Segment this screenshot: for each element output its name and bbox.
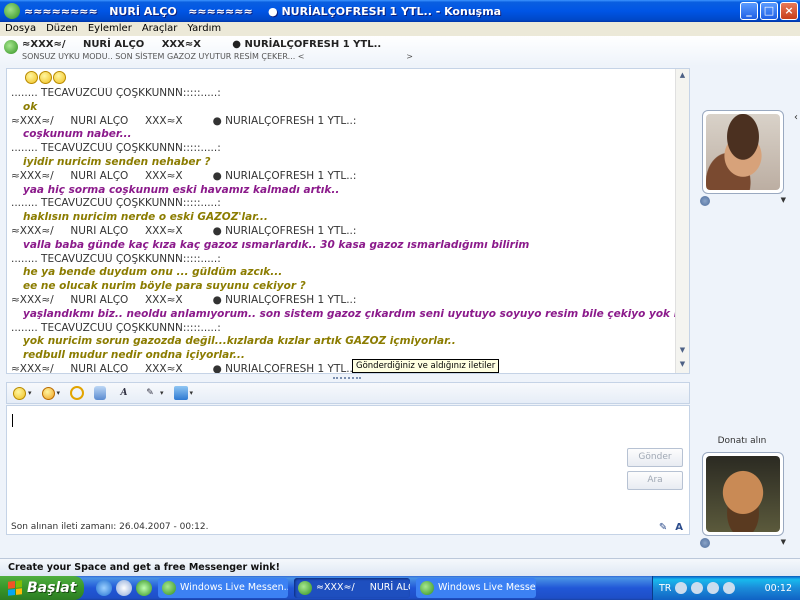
clock: 00:12 [764,582,792,594]
conversation-scrollbar[interactable]: ▲ ▼ ▼ [675,69,689,373]
sender-line: ........ TECAVÜZCÜÜ ÇOŞKKUNNN:::::.....: [11,197,221,210]
handwriting-icon[interactable]: ✎ [142,386,158,400]
system-tray: TR 00:12 [652,576,800,600]
collapse-panel-icon[interactable]: ‹ [794,112,798,123]
taskbar-item-messenger-1[interactable]: Windows Live Messen... [158,578,288,598]
windows-logo-icon [8,580,22,596]
display-picture-label[interactable]: Donatı alın [696,436,788,446]
contact-status-icon [4,40,18,54]
contact-name[interactable]: ≈XXX≈/ NURİ ALÇO XXX≈X ● NURİALÇOFRESH 1… [22,39,381,50]
sender-line: ≈XXX≈/ NURİ ALÇO XXX≈X ● NURİALÇOFRESH 1… [11,224,357,237]
contact-avatar[interactable] [702,110,784,194]
volume-icon[interactable] [707,582,720,594]
quick-launch [96,580,152,596]
chevron-down-icon[interactable]: ▾ [57,389,61,397]
smiley-icon [39,71,52,84]
promo-banner[interactable]: Create your Space and get a free Messeng… [0,558,800,576]
menu-bar: Dosya Düzen Eylemler Araçlar Yardım [0,22,800,36]
emoticon-icon[interactable] [13,386,26,400]
sender-line: ≈XXX≈/ NURİ ALÇO XXX≈X ● NURİALÇOFRESH 1… [11,114,357,127]
my-picture [706,456,780,532]
last-message-time: Son alınan ileti zamanı: 26.04.2007 - 00… [11,522,209,532]
message-line: ok [23,100,38,113]
sender-line: ........ TECAVÜZCÜÜ ÇOŞKKUNNN:::::.....: [11,142,221,155]
chevron-down-icon[interactable]: ▾ [28,389,32,397]
contact-personal-message: SONSUZ UYKU MODU.. SON SİSTEM GAZOZ UYUT… [22,52,413,61]
scroll-end-icon[interactable]: ▼ [678,360,687,369]
message-line: coşkunum naber... [23,128,132,141]
start-label: Başlat [27,580,77,596]
language-indicator[interactable]: TR [659,583,671,594]
taskbar-item-conversation[interactable]: ≈XXX≈/ NURİ ALÇO ... [294,578,410,598]
taskbar: Başlat Windows Live Messen... ≈XXX≈/ NUR… [0,576,800,600]
search-button[interactable]: Ara [627,471,683,490]
chevron-down-icon[interactable]: ▼ [781,196,786,204]
conversation-history[interactable]: ........ TECAVÜZCÜÜ ÇOŞKKUNNN:::::.....:… [6,68,690,374]
close-button[interactable]: × [780,2,798,20]
menu-actions[interactable]: Eylemler [83,22,137,36]
messenger-tray-icon[interactable] [723,582,736,594]
message-line: yaşlandıkmı biz.. neoldu anlamıyorum.. s… [23,307,677,320]
contact-picture [706,114,780,190]
voice-clip-icon[interactable] [94,386,107,400]
window-title: ≈≈≈≈≈≈≈≈ NURİ ALÇO ≈≈≈≈≈≈≈ ● NURİALÇOFRE… [24,4,502,18]
pen-icon[interactable]: ✎ [659,522,667,533]
start-button[interactable]: Başlat [0,576,84,600]
emoticon-row [25,71,677,87]
format-toolbar: ▾ ▾ A ✎ ▾ ▾ [6,382,690,404]
chevron-down-icon[interactable]: ▾ [160,389,164,397]
menu-help[interactable]: Yardım [182,22,226,36]
message-line: yaa hiç sorma coşkunum eski havamız kalm… [23,183,340,196]
background-icon[interactable] [173,386,188,400]
network-icon[interactable] [691,582,704,594]
nudge-icon[interactable] [70,386,85,400]
minimize-button[interactable]: _ [740,2,758,20]
internet-explorer-icon[interactable] [96,580,112,596]
menu-tools[interactable]: Araçlar [137,22,183,36]
font-icon[interactable]: A [116,386,132,400]
contact-header: ≈XXX≈/ NURİ ALÇO XXX≈X ● NURİALÇOFRESH 1… [0,36,800,66]
pane-splitter[interactable] [333,377,361,380]
chevron-down-icon[interactable]: ▼ [781,538,786,546]
chevron-down-icon[interactable]: ▾ [190,389,194,397]
menu-file[interactable]: Dosya [0,22,41,36]
show-desktop-icon[interactable] [116,580,132,596]
title-bar: ≈≈≈≈≈≈≈≈ NURİ ALÇO ≈≈≈≈≈≈≈ ● NURİALÇOFRE… [0,0,800,22]
message-line: yok nuricim sorun gazozda değil...kızlar… [23,335,456,348]
sender-line: ........ TECAVÜZCÜÜ ÇOŞKKUNNN:::::.....: [11,87,221,99]
message-input[interactable]: Gönder Ara Son alınan ileti zamanı: 26.0… [6,405,690,535]
sender-line: ........ TECAVÜZCÜÜ ÇOŞKKUNNN:::::.....: [11,252,221,265]
scroll-up-icon[interactable]: ▲ [678,71,687,80]
display-picture-panel: ‹ ▼ Donatı alın ▼ [696,68,800,548]
history-tooltip: Gönderdiğiniz ve aldığınız iletiler [352,359,500,373]
smiley-icon [53,71,66,84]
webcam-icon[interactable] [700,196,710,206]
taskbar-item-messenger-2[interactable]: Windows Live Messen... [416,578,536,598]
my-avatar[interactable] [702,452,784,536]
wink-icon[interactable] [41,386,55,400]
message-line: he ya bende duydum onu ... güldüm azcık.… [23,266,283,279]
message-line: ee ne olucak nurim böyle para suyunu cek… [23,280,306,293]
menu-edit[interactable]: Düzen [41,22,83,36]
webcam-icon[interactable] [700,538,710,548]
scroll-down-icon[interactable]: ▼ [678,346,687,355]
sender-line: ≈XXX≈/ NURİ ALÇO XXX≈X ● NURİALÇOFRESH 1… [11,169,357,182]
sender-line: ≈XXX≈/ NURİ ALÇO XXX≈X ● NURİALÇOFRESH 1… [11,293,357,306]
message-line: redbull mudur nedir ondna içiyorlar... [23,349,245,362]
message-line: valla baba günde kaç kıza kaç gazoz ısma… [23,238,530,251]
send-button[interactable]: Gönder [627,448,683,467]
message-line: iyidir nuricim senden nehaber ? [23,155,211,168]
message-line: haklısın nuricim nerde o eski GAZOZ'lar.… [23,211,268,224]
text-mode-icon[interactable]: A [675,522,683,533]
sender-line: ........ TECAVÜZCÜÜ ÇOŞKKUNNN:::::.....: [11,321,221,334]
smiley-icon [25,71,38,84]
sender-line: ≈XXX≈/ NURİ ALÇO XXX≈X ● NURİALÇOFRESH 1… [11,362,357,374]
text-cursor [12,414,13,427]
messenger-icon [4,3,20,19]
help-icon[interactable] [675,582,688,594]
messenger-icon[interactable] [136,580,152,596]
maximize-button[interactable]: □ [760,2,778,20]
